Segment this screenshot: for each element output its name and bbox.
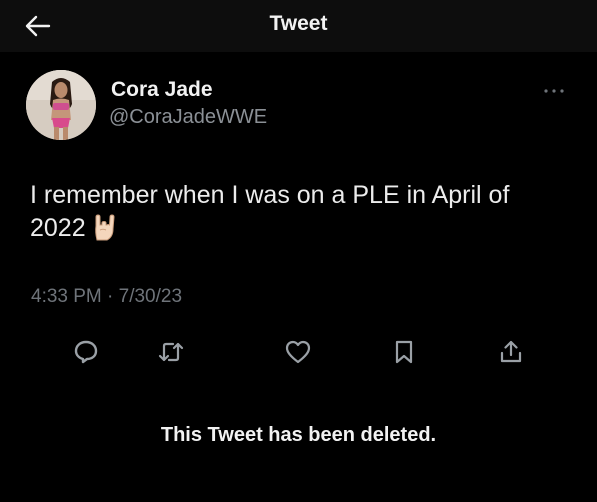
page-title: Tweet [269,12,328,35]
tweet-text: I remember when I was on a PLE in April … [30,179,550,251]
avatar[interactable] [26,70,96,140]
top-bar: Tweet [0,0,597,52]
ellipsis-icon [544,89,564,93]
deleted-tweet-notice: This Tweet has been deleted. [160,424,437,446]
tweet-timestamp[interactable]: 4:33 PM · 7/30/23 [31,286,182,308]
author-display-name[interactable]: Cora Jade [111,78,213,102]
bookmark-icon [395,340,413,364]
tweet-actions-bar [0,330,597,374]
like-button[interactable] [282,336,314,368]
heart-icon [285,340,311,364]
bookmark-button[interactable] [388,336,420,368]
retweet-button[interactable] [155,336,187,368]
share-button[interactable] [495,336,527,368]
rock-on-hand-emoji [92,214,116,251]
retweet-icon [158,342,184,362]
reply-icon [74,340,98,364]
share-icon [500,340,522,363]
reply-button[interactable] [70,336,102,368]
author-handle[interactable]: @CoraJadeWWE [109,106,267,129]
more-options-button[interactable] [541,84,567,98]
